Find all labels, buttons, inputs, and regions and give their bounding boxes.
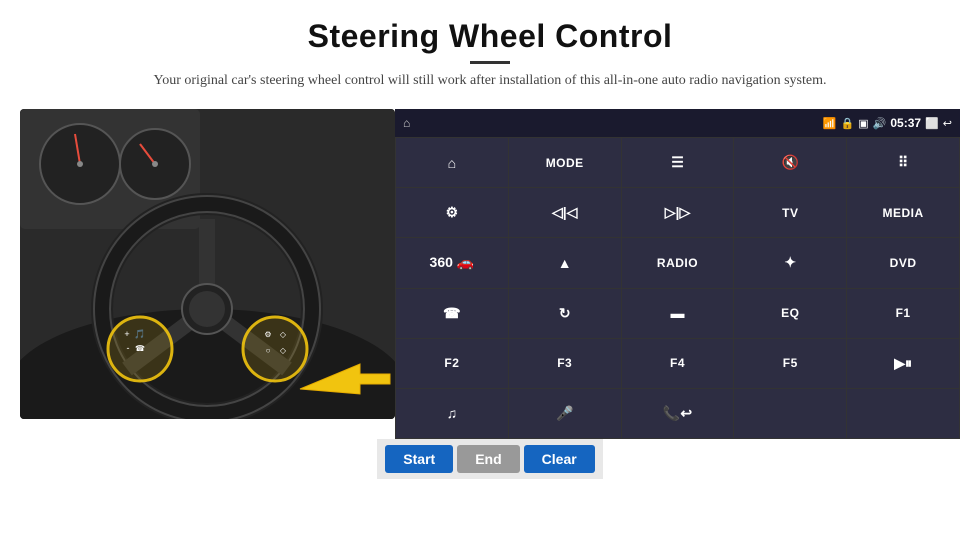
ctrl-btn-media[interactable]: MEDIA bbox=[847, 188, 959, 237]
svg-text:⚙: ⚙ bbox=[264, 330, 271, 339]
clear-button[interactable]: Clear bbox=[524, 445, 595, 473]
action-bar: Start End Clear bbox=[377, 439, 602, 479]
start-button[interactable]: Start bbox=[385, 445, 453, 473]
ctrl-btn-menu[interactable]: ☰ bbox=[622, 138, 734, 187]
svg-text:-: - bbox=[127, 343, 130, 353]
content-area: + 🎵 - ☎ ⚙ ◇ ○ ◇ ⌂ 📶 bbox=[20, 109, 960, 439]
status-right: 📶 🔒 ▣ 🔊 05:37 ⬜ ↩ bbox=[823, 116, 952, 130]
eq-icon: EQ bbox=[781, 306, 799, 320]
time-display: 05:37 bbox=[890, 116, 921, 130]
wifi-icon: 📶 bbox=[823, 117, 837, 130]
steering-wheel-image: + 🎵 - ☎ ⚙ ◇ ○ ◇ bbox=[20, 109, 395, 419]
minus-icon: ▬ bbox=[670, 305, 684, 321]
ctrl-btn-eject[interactable]: ▲ bbox=[509, 238, 621, 287]
settings-icon: ⚙ bbox=[446, 204, 459, 221]
camera-360-icon: 360 🚗 bbox=[430, 254, 475, 271]
end-button[interactable]: End bbox=[457, 445, 519, 473]
ctrl-btn-minus[interactable]: ▬ bbox=[622, 289, 734, 338]
ctrl-btn-tv[interactable]: TV bbox=[734, 188, 846, 237]
home-icon: ⌂ bbox=[448, 155, 456, 171]
bt-icon: 🔊 bbox=[873, 117, 887, 130]
radio-icon: RADIO bbox=[657, 256, 698, 270]
svg-text:○: ○ bbox=[266, 346, 271, 355]
f5-icon: F5 bbox=[783, 356, 798, 370]
ctrl-btn-f1[interactable]: F1 bbox=[847, 289, 959, 338]
dvd-icon: DVD bbox=[890, 256, 917, 270]
tv-icon: TV bbox=[782, 206, 798, 220]
rotate-icon: ↻ bbox=[559, 305, 571, 322]
ctrl-btn-home[interactable]: ⌂ bbox=[396, 138, 508, 187]
button-grid: ⌂ MODE ☰ 🔇 ⠿ ⚙ ◁|◁ ▷|▷ TV MEDIA 360 🚗 ▲ RADIO ✦ DVD ☎ ↻ ▬… bbox=[395, 137, 960, 439]
f3-icon: F3 bbox=[557, 356, 572, 370]
ctrl-btn-next[interactable]: ▷|▷ bbox=[622, 188, 734, 237]
back-icon: ↩ bbox=[943, 117, 952, 130]
ctrl-btn-phone[interactable]: ☎ bbox=[396, 289, 508, 338]
ctrl-btn-camera-360[interactable]: 360 🚗 bbox=[396, 238, 508, 287]
lock-icon: 🔒 bbox=[841, 117, 855, 130]
svg-text:◇: ◇ bbox=[280, 330, 287, 339]
eject-icon: ▲ bbox=[558, 255, 572, 271]
ctrl-btn-radio[interactable]: RADIO bbox=[622, 238, 734, 287]
phone-icon: ☎ bbox=[443, 305, 460, 322]
ctrl-btn-mute[interactable]: 🔇 bbox=[734, 138, 846, 187]
brightness-icon: ✦ bbox=[784, 254, 796, 271]
control-panel: ⌂ 📶 🔒 ▣ 🔊 05:37 ⬜ ↩ ⌂ MODE ☰ 🔇 ⠿ ⚙ ◁|◁ ▷|▷ TV MED… bbox=[395, 109, 960, 439]
f2-icon: F2 bbox=[444, 356, 459, 370]
prev-icon: ◁|◁ bbox=[552, 204, 577, 221]
ctrl-btn-mode[interactable]: MODE bbox=[509, 138, 621, 187]
apps-icon: ⠿ bbox=[898, 154, 908, 171]
title-section: Steering Wheel Control Your original car… bbox=[154, 18, 827, 103]
ctrl-btn-f3[interactable]: F3 bbox=[509, 339, 621, 388]
status-bar: ⌂ 📶 🔒 ▣ 🔊 05:37 ⬜ ↩ bbox=[395, 109, 960, 137]
svg-text:+: + bbox=[124, 329, 129, 339]
ctrl-btn-f5[interactable]: F5 bbox=[734, 339, 846, 388]
play-pause-icon: ▶⏸ bbox=[894, 355, 912, 372]
ctrl-btn-empty1[interactable] bbox=[734, 389, 846, 438]
ctrl-btn-apps[interactable]: ⠿ bbox=[847, 138, 959, 187]
call-end-icon: 📞↩ bbox=[663, 405, 692, 422]
ctrl-btn-f4[interactable]: F4 bbox=[622, 339, 734, 388]
status-left: ⌂ bbox=[403, 116, 410, 131]
page-wrapper: Steering Wheel Control Your original car… bbox=[0, 0, 980, 544]
ctrl-btn-play-pause[interactable]: ▶⏸ bbox=[847, 339, 959, 388]
ctrl-btn-eq[interactable]: EQ bbox=[734, 289, 846, 338]
mute-icon: 🔇 bbox=[782, 154, 799, 171]
svg-text:🎵: 🎵 bbox=[134, 329, 145, 339]
music-icon: ♫ bbox=[447, 405, 458, 421]
ctrl-btn-call-end[interactable]: 📞↩ bbox=[622, 389, 734, 438]
svg-text:☎: ☎ bbox=[135, 344, 145, 353]
menu-icon: ☰ bbox=[671, 154, 684, 171]
ctrl-btn-f2[interactable]: F2 bbox=[396, 339, 508, 388]
svg-text:◇: ◇ bbox=[280, 346, 287, 355]
ctrl-btn-settings[interactable]: ⚙ bbox=[396, 188, 508, 237]
ctrl-btn-dvd[interactable]: DVD bbox=[847, 238, 959, 287]
f4-icon: F4 bbox=[670, 356, 685, 370]
media-icon: MEDIA bbox=[883, 206, 924, 220]
title-divider bbox=[470, 61, 510, 64]
ctrl-btn-rotate[interactable]: ↻ bbox=[509, 289, 621, 338]
home-status-icon: ⌂ bbox=[403, 116, 410, 131]
ctrl-btn-empty2[interactable] bbox=[847, 389, 959, 438]
sd-icon: ▣ bbox=[858, 117, 868, 130]
page-title: Steering Wheel Control bbox=[154, 18, 827, 55]
f1-icon: F1 bbox=[896, 306, 911, 320]
window-icon: ⬜ bbox=[925, 117, 939, 130]
mode-icon: MODE bbox=[546, 156, 584, 170]
next-icon: ▷|▷ bbox=[665, 204, 690, 221]
ctrl-btn-brightness[interactable]: ✦ bbox=[734, 238, 846, 287]
ctrl-btn-prev[interactable]: ◁|◁ bbox=[509, 188, 621, 237]
ctrl-btn-mic[interactable]: 🎤 bbox=[509, 389, 621, 438]
page-subtitle: Your original car's steering wheel contr… bbox=[154, 70, 827, 91]
mic-icon: 🎤 bbox=[556, 405, 573, 422]
ctrl-btn-music[interactable]: ♫ bbox=[396, 389, 508, 438]
